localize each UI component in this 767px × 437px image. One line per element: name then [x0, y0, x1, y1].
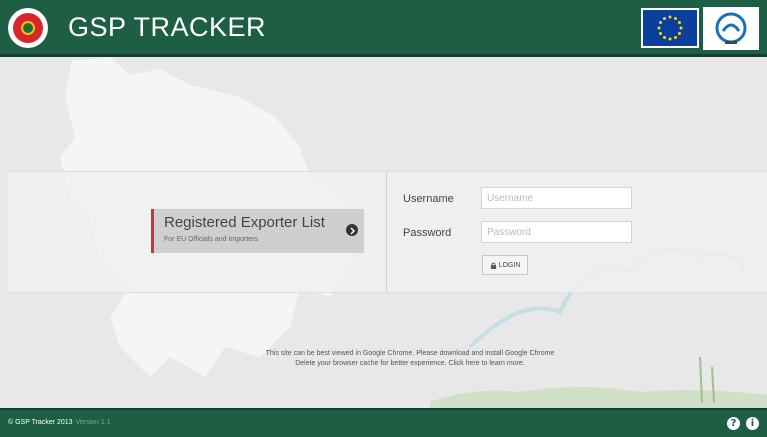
info-icon[interactable]: i: [746, 417, 759, 430]
bangladesh-emblem-icon: [8, 8, 48, 48]
login-button-label: LOGIN: [498, 261, 521, 269]
app-title: GSP TRACKER: [68, 12, 267, 42]
exporter-card-subtitle: For EU Officials and Importers: [164, 236, 259, 243]
app-footer: © GSP Tracker 2013 Version 1.1 ? i: [0, 408, 767, 437]
registered-exporter-list-button[interactable]: Registered Exporter List For EU Official…: [151, 209, 364, 253]
browser-notice-line-1: This site can be best viewed in Google C…: [265, 350, 555, 357]
browser-notice-line-2: Delete your browser cache for better exp…: [295, 360, 525, 367]
help-icon[interactable]: ?: [727, 417, 740, 430]
main-content: Registered Exporter List For EU Official…: [0, 57, 767, 408]
username-input[interactable]: [481, 187, 632, 209]
footer-copyright: © GSP Tracker 2013 Version 1.1: [8, 419, 111, 426]
app-header: GSP TRACKER: [0, 0, 767, 57]
browser-notice: This site can be best viewed in Google C…: [200, 349, 620, 369]
copyright-text: © GSP Tracker 2013: [8, 419, 73, 426]
version-text: Version 1.1: [75, 419, 111, 426]
username-label: Username: [403, 193, 454, 205]
eu-flag-icon: [641, 8, 699, 48]
lock-icon: [490, 262, 496, 269]
password-label: Password: [403, 227, 452, 239]
chevron-right-circle-icon: [346, 224, 358, 236]
band-divider: [386, 171, 387, 293]
exporter-card-title: Registered Exporter List: [164, 214, 325, 231]
password-input[interactable]: [481, 221, 632, 243]
login-button[interactable]: LOGIN: [482, 255, 528, 275]
login-band: [8, 171, 767, 293]
partner-org-logo-icon: [703, 7, 759, 50]
